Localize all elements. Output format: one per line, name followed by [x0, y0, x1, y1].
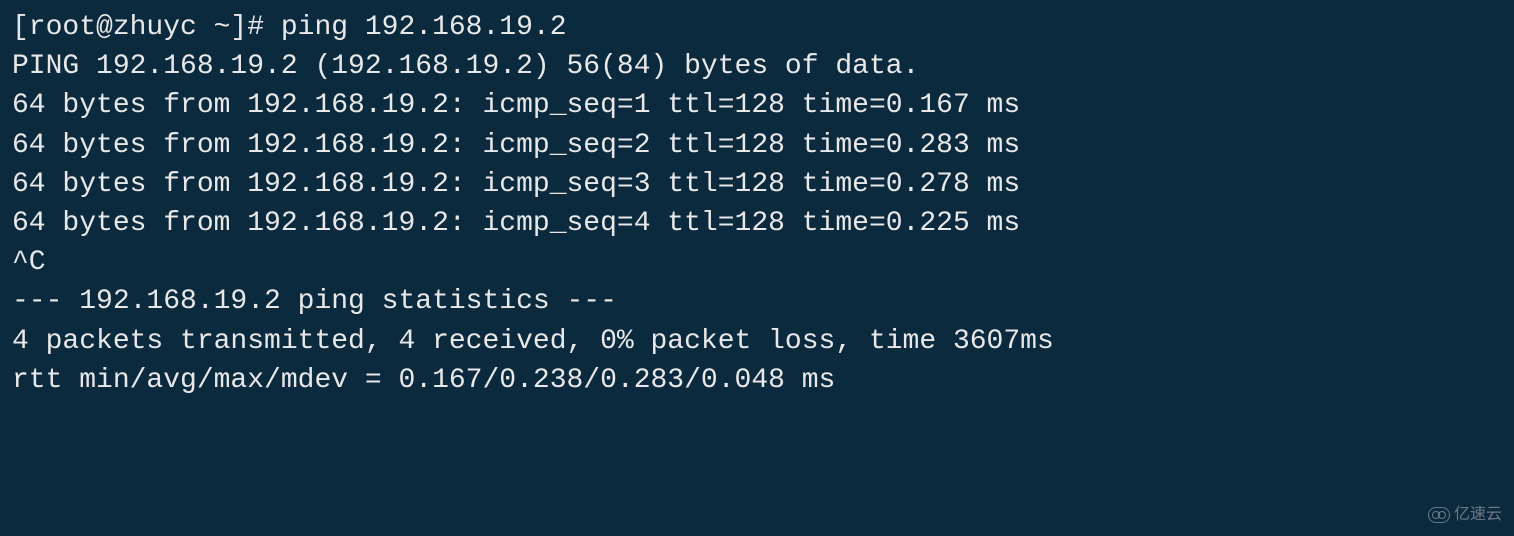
watermark-text: 亿速云	[1454, 504, 1502, 526]
interrupt-signal: ^C	[12, 243, 1502, 282]
ping-reply: 64 bytes from 192.168.19.2: icmp_seq=2 t…	[12, 126, 1502, 165]
ping-header: PING 192.168.19.2 (192.168.19.2) 56(84) …	[12, 47, 1502, 86]
shell-prompt: [root@zhuyc ~]#	[12, 12, 281, 43]
command-line[interactable]: [root@zhuyc ~]# ping 192.168.19.2	[12, 8, 1502, 47]
rtt-stats: rtt min/avg/max/mdev = 0.167/0.238/0.283…	[12, 361, 1502, 400]
ping-reply: 64 bytes from 192.168.19.2: icmp_seq=4 t…	[12, 204, 1502, 243]
watermark: 亿速云	[1428, 504, 1502, 526]
ping-reply: 64 bytes from 192.168.19.2: icmp_seq=1 t…	[12, 86, 1502, 125]
cloud-icon	[1428, 507, 1450, 523]
command-text: ping 192.168.19.2	[281, 12, 567, 43]
stats-summary: 4 packets transmitted, 4 received, 0% pa…	[12, 322, 1502, 361]
stats-header: --- 192.168.19.2 ping statistics ---	[12, 282, 1502, 321]
ping-reply: 64 bytes from 192.168.19.2: icmp_seq=3 t…	[12, 165, 1502, 204]
